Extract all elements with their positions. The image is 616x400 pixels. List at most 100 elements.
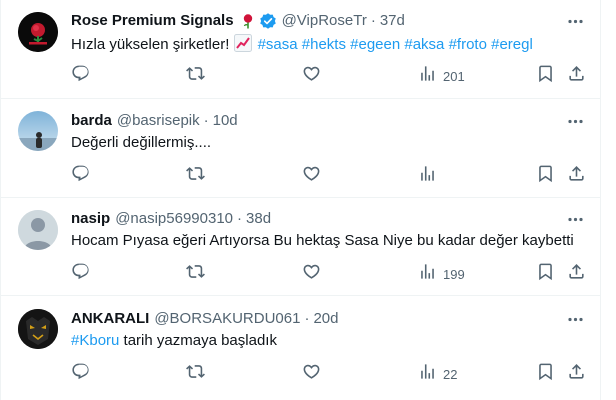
- tweet-text-plain: Değerli değillermiş....: [71, 134, 212, 151]
- reply-button[interactable]: [71, 262, 90, 286]
- bookmark-button[interactable]: [536, 164, 555, 188]
- timestamp[interactable]: 10d: [213, 111, 238, 131]
- more-icon[interactable]: [566, 112, 585, 131]
- avatar[interactable]: [18, 12, 58, 52]
- tweet-text-plain: tarih yazmaya başladık: [119, 332, 277, 349]
- tweet-item[interactable]: nasip @nasip56990310 · 38d Hocam Pıyasa …: [1, 199, 600, 296]
- tweet-header: Rose Premium Signals @VipRoseTr · 37d: [71, 11, 405, 31]
- views-button[interactable]: 22: [418, 364, 457, 384]
- share-button[interactable]: [567, 364, 586, 384]
- more-icon[interactable]: [566, 12, 585, 31]
- separator-dot: ·: [304, 310, 310, 327]
- hashtag-link[interactable]: #egeen: [350, 36, 400, 53]
- reply-icon: [71, 164, 90, 188]
- bookmark-icon: [536, 262, 555, 286]
- user-handle[interactable]: @VipRoseTr: [282, 11, 367, 31]
- hashtag-link[interactable]: #aksa: [404, 36, 444, 53]
- retweet-icon: [186, 262, 205, 286]
- share-button[interactable]: [567, 66, 586, 86]
- reply-icon: [71, 262, 90, 286]
- bookmark-icon: [536, 164, 555, 188]
- views-button[interactable]: 199: [418, 264, 465, 284]
- timestamp[interactable]: 20d: [313, 309, 338, 329]
- retweet-button[interactable]: [186, 66, 205, 86]
- timestamp[interactable]: 37d: [380, 11, 405, 31]
- share-icon: [567, 64, 586, 88]
- more-icon[interactable]: [566, 310, 585, 329]
- retweet-button[interactable]: [186, 364, 205, 384]
- like-icon: [302, 164, 321, 188]
- share-icon: [567, 262, 586, 286]
- bookmark-button[interactable]: [536, 262, 555, 286]
- views-icon: [418, 164, 437, 188]
- avatar[interactable]: [18, 309, 58, 349]
- like-button[interactable]: [302, 66, 321, 86]
- reply-button[interactable]: [71, 164, 90, 188]
- like-icon: [302, 262, 321, 286]
- like-button[interactable]: [302, 364, 321, 384]
- reply-button[interactable]: [71, 64, 90, 88]
- timeline-border-right: [600, 0, 601, 400]
- like-button[interactable]: [302, 166, 321, 186]
- bookmark-button[interactable]: [536, 64, 555, 88]
- retweet-icon: [186, 64, 205, 88]
- views-count: 199: [443, 266, 465, 282]
- user-handle[interactable]: @basrisepik: [117, 111, 200, 131]
- tweet-text-plain: Hızla yükselen şirketler!: [71, 36, 234, 53]
- chart-increasing-emoji: [233, 34, 252, 58]
- hashtag-link[interactable]: #froto: [449, 36, 487, 53]
- tweet-item[interactable]: barda @basrisepik · 10d Değerli değiller…: [1, 100, 600, 198]
- avatar[interactable]: [18, 210, 58, 250]
- more-icon[interactable]: [566, 210, 585, 229]
- user-handle[interactable]: @BORSAKURDU061: [154, 309, 300, 329]
- views-count: 201: [443, 68, 465, 84]
- hashtag-link[interactable]: #Kboru: [71, 332, 119, 349]
- hashtag-link[interactable]: #eregl: [491, 36, 533, 53]
- views-count: 22: [443, 366, 458, 382]
- tweet-actions: [71, 164, 591, 188]
- like-icon: [302, 362, 321, 386]
- avatar[interactable]: [18, 111, 58, 151]
- user-handle[interactable]: @nasip56990310: [115, 209, 233, 229]
- share-button[interactable]: [567, 264, 586, 284]
- tweet-actions: 22: [71, 362, 591, 386]
- display-name[interactable]: Rose Premium Signals: [71, 11, 234, 31]
- tweet-actions: 199: [71, 262, 591, 286]
- reply-icon: [71, 362, 90, 386]
- retweet-icon: [186, 164, 205, 188]
- timestamp[interactable]: 38d: [246, 209, 271, 229]
- views-icon: [418, 64, 437, 88]
- views-button[interactable]: 201: [418, 66, 465, 86]
- like-button[interactable]: [302, 264, 321, 284]
- retweet-icon: [186, 362, 205, 386]
- hashtag-link[interactable]: #hekts: [302, 36, 346, 53]
- tweet-item[interactable]: ANKARALI @BORSAKURDU061 · 20d #Kboru tar…: [1, 297, 600, 400]
- bookmark-button[interactable]: [536, 362, 555, 386]
- separator-dot: ·: [237, 210, 243, 227]
- tweet-item[interactable]: Rose Premium Signals @VipRoseTr · 37d Hı…: [1, 0, 600, 99]
- display-name[interactable]: nasip: [71, 209, 110, 229]
- reply-icon: [71, 64, 90, 88]
- tweet-text: Hızla yükselen şirketler! #sasa #hekts #…: [71, 34, 533, 58]
- retweet-button[interactable]: [186, 166, 205, 186]
- retweet-button[interactable]: [186, 264, 205, 284]
- views-button[interactable]: [418, 166, 443, 186]
- tweet-header: ANKARALI @BORSAKURDU061 · 20d: [71, 309, 338, 329]
- like-icon: [302, 64, 321, 88]
- separator-dot: ·: [203, 112, 209, 129]
- views-icon: [418, 262, 437, 286]
- tweet-text: Hocam Pıyasa eğeri Artıyorsa Bu hektaş S…: [71, 231, 574, 251]
- bookmark-icon: [536, 362, 555, 386]
- display-name[interactable]: barda: [71, 111, 112, 131]
- hashtag-link[interactable]: #sasa: [258, 36, 298, 53]
- tweet-header: barda @basrisepik · 10d: [71, 111, 238, 131]
- tweet-actions: 201: [71, 64, 591, 88]
- tweet-text-plain: Hocam Pıyasa eğeri Artıyorsa Bu hektaş S…: [71, 232, 574, 249]
- share-button[interactable]: [567, 166, 586, 186]
- reply-button[interactable]: [71, 362, 90, 386]
- share-icon: [567, 164, 586, 188]
- verified-badge-icon[interactable]: [259, 12, 277, 30]
- display-name[interactable]: ANKARALI: [71, 309, 149, 329]
- bookmark-icon: [536, 64, 555, 88]
- tweet-text: #Kboru tarih yazmaya başladık: [71, 331, 277, 351]
